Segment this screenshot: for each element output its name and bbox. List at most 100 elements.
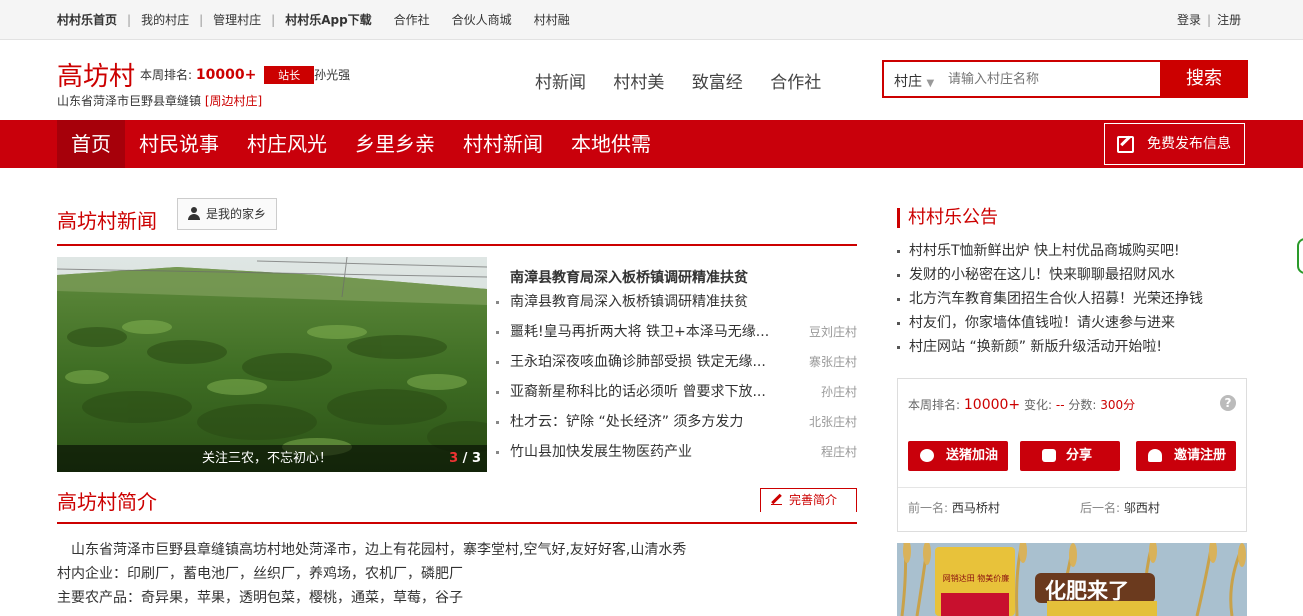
- pig-icon: [920, 449, 934, 462]
- login-link[interactable]: 登录: [1177, 13, 1201, 27]
- share-button[interactable]: 分享: [1020, 441, 1120, 471]
- top-link-partner-mall[interactable]: 合伙人商城: [452, 11, 512, 28]
- news-item-village[interactable]: 北张庄村: [809, 410, 857, 434]
- announcement-list: 村村乐T恤新鲜出炉 快上村优品商城购买吧! 发财的小秘密在这儿！快来聊聊最招财风…: [897, 240, 1257, 360]
- news-item-title[interactable]: 王永珀深夜咳血确诊肺部受损 铁定无缘...: [510, 350, 766, 374]
- register-link[interactable]: 注册: [1217, 13, 1241, 27]
- slide-caption-bar: 关注三农，不忘初心！ 3 / 3: [57, 445, 487, 472]
- main-nav-items: 首页 村民说事 村庄风光 乡里乡亲 村村新闻 本地供需: [57, 120, 665, 168]
- search-bar: 村庄 ▼ 搜索: [882, 60, 1248, 98]
- search-input[interactable]: [948, 68, 1148, 90]
- invite-register-label: 邀请注册: [1174, 448, 1227, 463]
- divider: |: [199, 13, 204, 27]
- stats-rank-value: 10000+: [963, 397, 1021, 413]
- news-item-title[interactable]: 噩耗!皇马再折两大将 铁卫+本泽马无缘...: [510, 320, 769, 344]
- news-item-village[interactable]: 程庄村: [821, 440, 857, 464]
- announcement-item[interactable]: 村村乐T恤新鲜出炉 快上村优品商城购买吧!: [897, 240, 1257, 264]
- news-item-title[interactable]: 南漳县教育局深入板桥镇调研精准扶贫: [510, 290, 748, 314]
- fertilizer-ad-banner[interactable]: 网销达田 物美价廉 化肥来了: [897, 543, 1247, 616]
- help-icon[interactable]: ?: [1220, 395, 1236, 411]
- intro-line: 主要农产品：奇异果，苹果，透明包菜，樱桃，通菜，草莓，谷子: [57, 590, 463, 606]
- stats-score-value: 300分: [1100, 398, 1136, 412]
- bullet: [897, 322, 900, 325]
- pencil-icon: [771, 494, 782, 505]
- invite-register-button[interactable]: 邀请注册: [1136, 441, 1236, 471]
- nav-item-scenery[interactable]: 村庄风光: [233, 120, 341, 168]
- nav-item-neighbors[interactable]: 乡里乡亲: [341, 120, 449, 168]
- bullet: [496, 391, 499, 394]
- header-nav-beauty[interactable]: 村村美: [613, 73, 664, 93]
- nav-item-villager-talk[interactable]: 村民说事: [125, 120, 233, 168]
- farm-field-photo: [57, 257, 487, 472]
- news-item[interactable]: 亚裔新星称科比的话必须听 曾要求下放... 孙庄村: [496, 380, 857, 410]
- announcement-title: 村村乐公告: [897, 208, 998, 228]
- next-village-link[interactable]: 邬西村: [1124, 501, 1160, 515]
- announcement-item[interactable]: 村庄网站 “换新颜” 新版升级活动开始啦!: [897, 336, 1257, 360]
- search-button[interactable]: 搜索: [1160, 60, 1248, 98]
- stats-change-label: 变化:: [1023, 398, 1053, 412]
- slide-caption: 关注三农，不忘初心！: [202, 451, 333, 466]
- top-link-finance[interactable]: 村村融: [534, 11, 570, 28]
- prev-label: 前一名:: [908, 501, 949, 515]
- news-item-title[interactable]: 竹山县加快发展生物医药产业: [510, 440, 692, 464]
- send-pig-button[interactable]: 送猪加油: [908, 441, 1008, 471]
- announcement-text[interactable]: 村友们，你家墙体值钱啦！请火速参与进来: [909, 312, 1175, 334]
- announcement-item[interactable]: 发财的小秘密在这儿！快来聊聊最招财风水: [897, 264, 1257, 288]
- slide-total: / 3: [462, 451, 481, 466]
- intro-text: 山东省菏泽市巨野县章缝镇高坊村地处菏泽市，边上有花园村，寨李堂村,空气好,友好好…: [57, 538, 857, 610]
- hometown-button[interactable]: 是我的家乡: [177, 198, 277, 230]
- bullet: [496, 451, 499, 454]
- header-nav-news[interactable]: 村新闻: [535, 73, 586, 93]
- announcement-item[interactable]: 村友们，你家墙体值钱啦！请火速参与进来: [897, 312, 1257, 336]
- search-type-select[interactable]: 村庄 ▼: [894, 71, 934, 91]
- post-info-button[interactable]: 免费发布信息: [1104, 123, 1245, 165]
- prev-village-link[interactable]: 西马桥村: [952, 501, 1000, 515]
- add-user-icon: [1148, 449, 1162, 462]
- news-list: 南漳县教育局深入板桥镇调研精准扶贫 噩耗!皇马再折两大将 铁卫+本泽马无缘...…: [496, 290, 857, 470]
- news-item-title[interactable]: 杜才云：铲除 “处长经济” 须多方发力: [510, 410, 743, 434]
- news-item-village[interactable]: 豆刘庄村: [809, 320, 857, 344]
- announcement-text[interactable]: 北方汽车教育集团招生合伙人招募！光荣还挣钱: [909, 288, 1203, 310]
- top-link-home[interactable]: 村村乐首页: [57, 11, 117, 28]
- edit-intro-label: 完善简介: [789, 493, 838, 507]
- news-item-village[interactable]: 寨张庄村: [809, 350, 857, 374]
- bullet: [496, 361, 499, 364]
- divider: |: [1207, 13, 1212, 27]
- news-item-title[interactable]: 亚裔新星称科比的话必须听 曾要求下放...: [510, 380, 766, 404]
- news-item[interactable]: 竹山县加快发展生物医药产业 程庄村: [496, 440, 857, 470]
- top-link-cooperative[interactable]: 合作社: [394, 11, 430, 28]
- header-nav-cooperative[interactable]: 合作社: [770, 73, 821, 93]
- top-link-app-download[interactable]: 村村乐App下载: [285, 11, 371, 28]
- top-link-manage-village[interactable]: 管理村庄: [213, 11, 261, 28]
- news-item[interactable]: 杜才云：铲除 “处长经济” 须多方发力 北张庄村: [496, 410, 857, 440]
- announcement-text[interactable]: 村村乐T恤新鲜出炉 快上村优品商城购买吧!: [909, 240, 1180, 262]
- announcement-text[interactable]: 发财的小秘密在这儿！快来聊聊最招财风水: [909, 264, 1175, 286]
- announcement-text[interactable]: 村庄网站 “换新颜” 新版升级活动开始啦!: [909, 336, 1162, 358]
- address-text: 山东省菏泽市巨野县章缝镇: [57, 94, 202, 108]
- nav-item-village-news[interactable]: 村村新闻: [449, 120, 557, 168]
- nearby-villages-link[interactable]: [周边村庄]: [205, 94, 262, 108]
- side-float-tab[interactable]: [1297, 238, 1303, 274]
- nav-item-local-supply[interactable]: 本地供需: [557, 120, 665, 168]
- top-bar: 村村乐首页 | 我的村庄 | 管理村庄 | 村村乐App下载 合作社 合伙人商城 村村融 登录 | 注…: [0, 0, 1303, 40]
- edit-intro-button[interactable]: 完善简介: [760, 488, 857, 512]
- next-label: 后一名:: [1080, 501, 1121, 515]
- site-header: 高坊村 本周排名: 10000+ 站长 孙光强 山东省菏泽市巨野县章缝镇 [周边村…: [0, 40, 1303, 120]
- nav-item-home[interactable]: 首页: [57, 120, 125, 168]
- news-section-title: 高坊村新闻: [57, 209, 157, 233]
- top-link-my-village[interactable]: 我的村庄: [141, 11, 189, 28]
- news-item[interactable]: 噩耗!皇马再折两大将 铁卫+本泽马无缘... 豆刘庄村: [496, 320, 857, 350]
- news-item[interactable]: 南漳县教育局深入板桥镇调研精准扶贫: [496, 290, 857, 320]
- header-nav-wealth[interactable]: 致富经: [692, 73, 743, 93]
- manager-name[interactable]: 孙光强: [314, 68, 350, 82]
- announcement-item[interactable]: 北方汽车教育集团招生合伙人招募！光荣还挣钱: [897, 288, 1257, 312]
- news-headline[interactable]: 南漳县教育局深入板桥镇调研精准扶贫: [510, 267, 748, 287]
- news-item-village[interactable]: 孙庄村: [821, 380, 857, 404]
- village-stats-panel: 本周排名: 10000+ 变化: -- 分数: 300分 ? 送猪加油 分享 邀…: [897, 378, 1247, 532]
- weekly-rank: 本周排名: 10000+ 站长 孙光强: [140, 66, 350, 84]
- main-nav: 首页 村民说事 村庄风光 乡里乡亲 村村新闻 本地供需 免费发布信息: [0, 120, 1303, 168]
- news-slide-image[interactable]: [57, 257, 487, 472]
- village-name[interactable]: 高坊村: [57, 56, 135, 93]
- news-item[interactable]: 王永珀深夜咳血确诊肺部受损 铁定无缘... 寨张庄村: [496, 350, 857, 380]
- slide-pager: 3 / 3: [449, 445, 481, 472]
